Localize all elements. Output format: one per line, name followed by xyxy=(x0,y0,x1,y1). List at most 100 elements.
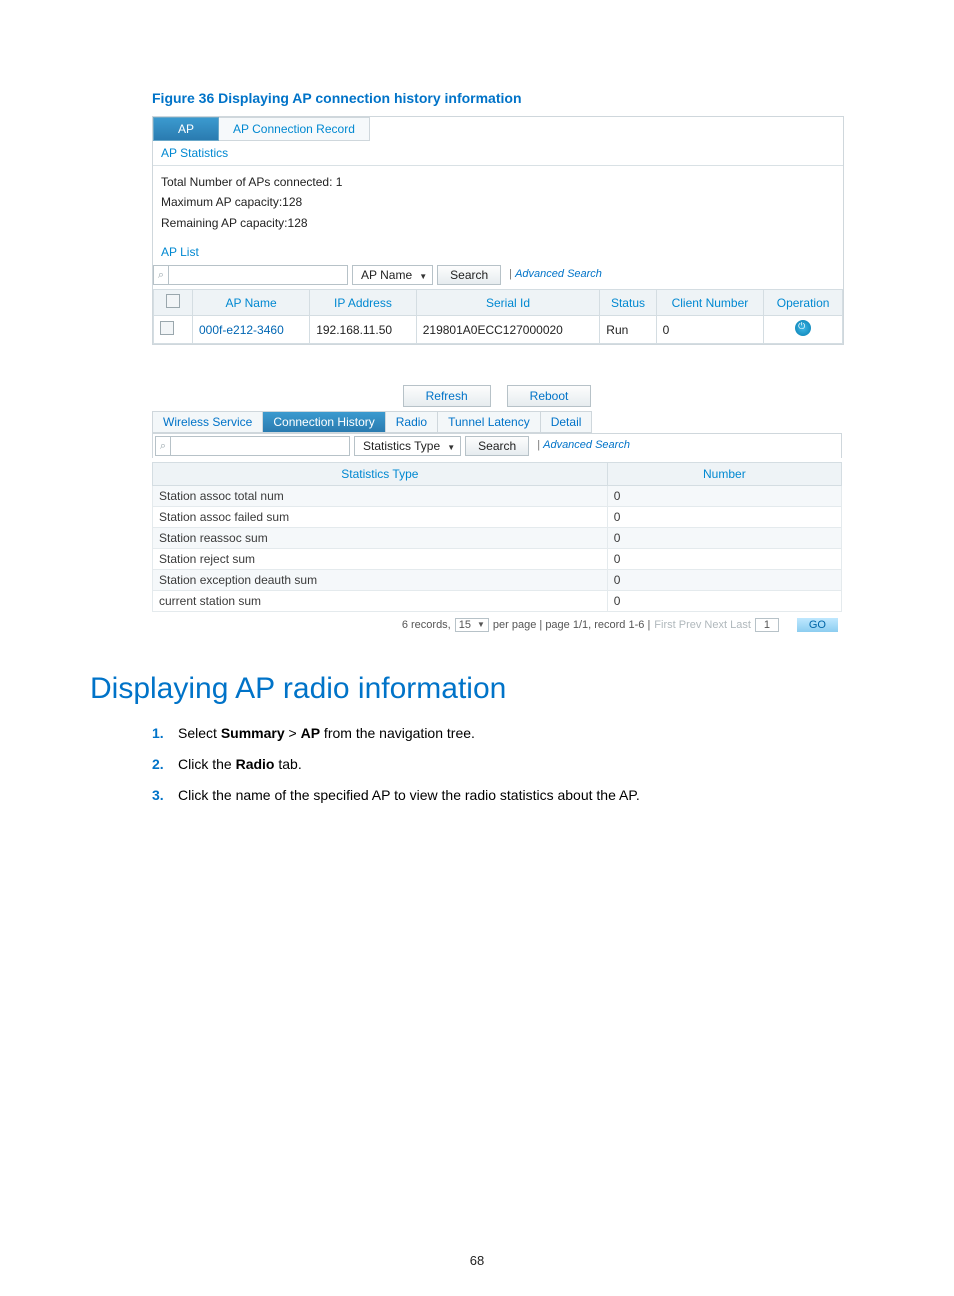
records-count: 6 records, xyxy=(402,619,451,631)
cell-number: 0 xyxy=(607,507,841,528)
tab-tunnel-latency[interactable]: Tunnel Latency xyxy=(438,411,541,433)
figure-caption: Figure 36 Displaying AP connection histo… xyxy=(152,90,864,106)
text: Click the name of the specified AP to vi… xyxy=(178,787,640,803)
table-header-row: AP Name IP Address Serial Id Status Clie… xyxy=(154,290,843,316)
remaining-ap-capacity: Remaining AP capacity:128 xyxy=(161,213,835,233)
page-number: 68 xyxy=(0,1253,954,1268)
tab-ap-connection-record[interactable]: AP Connection Record xyxy=(219,117,370,141)
cell-number: 0 xyxy=(607,549,841,570)
stats-field-select[interactable]: Statistics Type ▼ xyxy=(354,436,461,456)
search-field-select[interactable]: AP Name ▼ xyxy=(352,265,433,285)
tab-detail[interactable]: Detail xyxy=(541,411,593,433)
max-ap-capacity: Maximum AP capacity:128 xyxy=(161,192,835,212)
ap-table: AP Name IP Address Serial Id Status Clie… xyxy=(153,289,843,344)
tab-ap[interactable]: AP xyxy=(153,117,219,141)
text-bold: Radio xyxy=(236,756,275,772)
cell-number: 0 xyxy=(607,591,841,612)
action-button-row: Refresh Reboot xyxy=(152,385,842,407)
table-row: Station assoc total num0 xyxy=(153,486,842,507)
chevron-down-icon: ▼ xyxy=(477,620,485,629)
step-3: Click the name of the specified AP to vi… xyxy=(152,786,864,817)
cell-ip: 192.168.11.50 xyxy=(310,316,417,344)
step-1: Select Summary > AP from the navigation … xyxy=(152,724,864,755)
text: tab. xyxy=(274,756,301,772)
cell-type: current station sum xyxy=(153,591,608,612)
screenshot-connection-history: Refresh Reboot Wireless Service Connecti… xyxy=(152,385,842,632)
text: > xyxy=(285,725,301,741)
per-page-value: 15 xyxy=(459,619,471,631)
statistics-table: Statistics Type Number Station assoc tot… xyxy=(152,462,842,612)
cell-number: 0 xyxy=(607,570,841,591)
go-button[interactable]: GO xyxy=(797,618,838,632)
table-row: Station reassoc sum0 xyxy=(153,528,842,549)
table-header-row: Statistics Type Number xyxy=(153,463,842,486)
search-field-value: AP Name xyxy=(361,268,412,282)
text: from the navigation tree. xyxy=(320,725,475,741)
ap-name-link[interactable]: 000f-e212-3460 xyxy=(199,323,284,337)
cell-serial: 219801A0ECC127000020 xyxy=(416,316,600,344)
page-info: per page | page 1/1, record 1-6 | xyxy=(493,619,650,631)
cell-client: 0 xyxy=(656,316,764,344)
operation-power-icon[interactable] xyxy=(795,320,811,336)
chevron-down-icon: ▼ xyxy=(447,443,455,452)
cell-type: Station reassoc sum xyxy=(153,528,608,549)
cell-number: 0 xyxy=(607,486,841,507)
search-row: ⌕ AP Name ▼ Search Advanced Search xyxy=(153,265,843,285)
section-heading: Displaying AP radio information xyxy=(90,672,864,706)
text-bold: AP xyxy=(301,725,320,741)
refresh-button[interactable]: Refresh xyxy=(403,385,491,407)
col-status[interactable]: Status xyxy=(600,290,656,316)
select-all-checkbox[interactable] xyxy=(166,294,180,308)
chevron-down-icon: ▼ xyxy=(419,272,427,281)
stats-search-button[interactable]: Search xyxy=(465,436,529,456)
total-aps: Total Number of APs connected: 1 xyxy=(161,172,835,192)
col-client-number[interactable]: Client Number xyxy=(656,290,764,316)
page-input[interactable]: 1 xyxy=(755,618,779,632)
col-statistics-type[interactable]: Statistics Type xyxy=(153,463,608,486)
col-serial-id[interactable]: Serial Id xyxy=(416,290,600,316)
col-ap-name[interactable]: AP Name xyxy=(193,290,310,316)
search-input[interactable] xyxy=(168,265,348,285)
cell-number: 0 xyxy=(607,528,841,549)
screenshot-ap-list: AP AP Connection Record AP Statistics To… xyxy=(152,116,844,345)
tab-wireless-service[interactable]: Wireless Service xyxy=(152,411,263,433)
table-row: Station assoc failed sum0 xyxy=(153,507,842,528)
ap-statistics-block: Total Number of APs connected: 1 Maximum… xyxy=(153,166,843,245)
reboot-button[interactable]: Reboot xyxy=(507,385,592,407)
stats-search-input[interactable] xyxy=(170,436,350,456)
search-button[interactable]: Search xyxy=(437,265,501,285)
ap-list-title: AP List xyxy=(153,245,843,265)
table-row: Station reject sum0 xyxy=(153,549,842,570)
advanced-search-link[interactable]: Advanced Search xyxy=(501,265,602,285)
table-row: current station sum0 xyxy=(153,591,842,612)
cell-type: Station exception deauth sum xyxy=(153,570,608,591)
text: Select xyxy=(178,725,221,741)
table-row: 000f-e212-3460 192.168.11.50 219801A0ECC… xyxy=(154,316,843,344)
page-nav-links[interactable]: First Prev Next Last xyxy=(654,619,751,631)
search-icon: ⌕ xyxy=(155,436,170,456)
cell-type: Station assoc total num xyxy=(153,486,608,507)
col-operation[interactable]: Operation xyxy=(764,290,843,316)
cell-type: Station assoc failed sum xyxy=(153,507,608,528)
table-row: Station exception deauth sum0 xyxy=(153,570,842,591)
col-ip-address[interactable]: IP Address xyxy=(310,290,417,316)
procedure-list: Select Summary > AP from the navigation … xyxy=(152,724,864,817)
stats-advanced-search-link[interactable]: Advanced Search xyxy=(529,436,630,456)
text: Click the xyxy=(178,756,236,772)
cell-type: Station reject sum xyxy=(153,549,608,570)
ap-statistics-link[interactable]: AP Statistics xyxy=(153,141,843,166)
step-2: Click the Radio tab. xyxy=(152,755,864,786)
cell-status: Run xyxy=(600,316,656,344)
row-checkbox[interactable] xyxy=(160,321,174,335)
col-number[interactable]: Number xyxy=(607,463,841,486)
tab-connection-history[interactable]: Connection History xyxy=(263,411,385,433)
tab-bar: AP AP Connection Record xyxy=(153,117,843,141)
stats-field-value: Statistics Type xyxy=(363,439,440,453)
stats-search-row: ⌕ Statistics Type ▼ Search Advanced Sear… xyxy=(152,433,842,458)
pagination: 6 records, 15 ▼ per page | page 1/1, reco… xyxy=(152,612,842,632)
per-page-select[interactable]: 15 ▼ xyxy=(455,618,489,632)
search-icon: ⌕ xyxy=(153,265,168,285)
sub-tab-bar: Wireless Service Connection History Radi… xyxy=(152,411,842,433)
text-bold: Summary xyxy=(221,725,285,741)
tab-radio[interactable]: Radio xyxy=(386,411,438,433)
